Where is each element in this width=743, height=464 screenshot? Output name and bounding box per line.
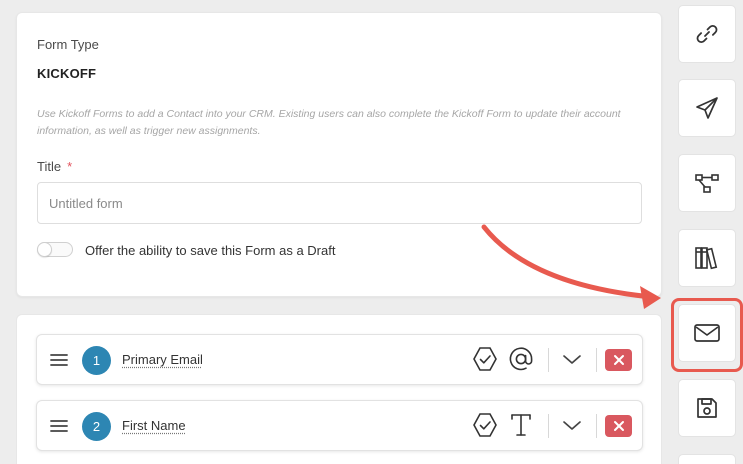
divider <box>596 414 597 438</box>
drag-handle-icon[interactable] <box>50 353 68 367</box>
workflow-icon <box>694 170 720 196</box>
divider <box>548 348 549 372</box>
field-number-badge: 2 <box>82 412 111 441</box>
draft-toggle-label: Offer the ability to save this Form as a… <box>85 243 335 258</box>
form-type-description: Use Kickoff Forms to add a Contact into … <box>37 106 637 140</box>
sidebar-more-button[interactable] <box>678 454 736 464</box>
sidebar-workflow-button[interactable] <box>678 154 736 212</box>
divider <box>596 348 597 372</box>
form-type-label: Form Type <box>37 37 99 52</box>
sidebar-send-button[interactable] <box>678 79 736 137</box>
close-icon <box>613 420 625 432</box>
sidebar-save-button[interactable] <box>678 379 736 437</box>
envelope-icon <box>693 322 721 344</box>
divider <box>548 414 549 438</box>
title-label-text: Title <box>37 159 61 174</box>
sidebar-link-button[interactable] <box>678 5 736 63</box>
field-row: 1 Primary Email <box>36 334 643 385</box>
drag-handle-icon[interactable] <box>50 419 68 433</box>
field-name-link[interactable]: Primary Email <box>122 352 203 367</box>
sidebar-library-button[interactable] <box>678 229 736 287</box>
field-name-link[interactable]: First Name <box>122 418 186 433</box>
delete-field-button[interactable] <box>605 349 632 371</box>
text-type-icon[interactable] <box>507 411 535 439</box>
form-fields-panel: 1 Primary Email 2 First Name <box>16 314 662 464</box>
field-row: 2 First Name <box>36 400 643 451</box>
title-label: Title * <box>37 159 72 174</box>
form-builder-page: Form Type KICKOFF Use Kickoff Forms to a… <box>0 0 743 464</box>
required-check-icon[interactable] <box>471 345 499 373</box>
title-input[interactable] <box>37 182 642 224</box>
form-settings-panel: Form Type KICKOFF Use Kickoff Forms to a… <box>16 12 662 297</box>
chevron-down-icon[interactable] <box>558 411 586 439</box>
field-number-badge: 1 <box>82 346 111 375</box>
toggle-knob <box>37 242 52 257</box>
close-icon <box>613 354 625 366</box>
delete-field-button[interactable] <box>605 415 632 437</box>
library-icon <box>694 245 720 271</box>
draft-toggle[interactable] <box>37 242 73 257</box>
at-sign-icon[interactable] <box>507 345 535 373</box>
required-marker: * <box>67 159 72 174</box>
chevron-down-icon[interactable] <box>558 345 586 373</box>
required-check-icon[interactable] <box>471 411 499 439</box>
form-type-value: KICKOFF <box>37 66 96 81</box>
save-icon <box>695 396 719 420</box>
sidebar-email-button[interactable] <box>678 304 736 362</box>
link-icon <box>694 21 720 47</box>
send-icon <box>694 95 720 121</box>
